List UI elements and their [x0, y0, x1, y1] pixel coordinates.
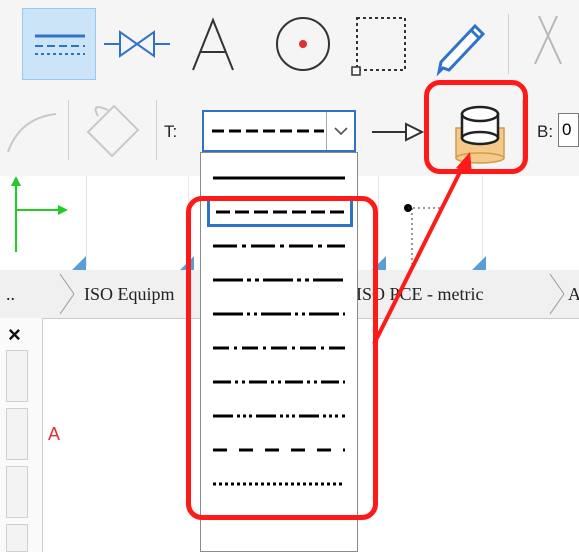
dotted-rect-icon	[351, 17, 406, 76]
preview-divider	[86, 176, 87, 266]
linetype-option-solid[interactable]	[207, 163, 353, 193]
combo-dropdown-button[interactable]	[326, 112, 354, 150]
arrow-connector-icon	[372, 122, 425, 142]
tab-separator	[549, 273, 565, 315]
linetype-label: T:	[164, 122, 178, 141]
valve-button[interactable]	[100, 8, 174, 80]
line-style-icon	[35, 34, 85, 55]
scissors-button[interactable]	[514, 8, 579, 80]
tab-prev[interactable]: ..	[6, 270, 15, 318]
panel-slot[interactable]	[6, 408, 28, 460]
valve-icon	[104, 30, 170, 58]
panel-close-icon[interactable]: ×	[8, 322, 21, 348]
line-style-button[interactable]	[22, 8, 96, 80]
tab-next[interactable]: A	[568, 270, 579, 318]
annotation-box-linetypes	[186, 196, 378, 520]
b-field-label: B:	[537, 122, 554, 141]
arc-icon	[7, 113, 57, 153]
preview-divider	[482, 176, 483, 266]
panel-slot[interactable]	[6, 466, 28, 518]
chevron-down-icon	[333, 127, 348, 136]
tab-separator	[59, 273, 75, 315]
paint-bucket-icon	[86, 104, 140, 158]
panel-slot[interactable]	[6, 524, 28, 552]
text-icon	[192, 17, 234, 71]
arc-button[interactable]	[0, 96, 64, 166]
linetype-preview	[213, 176, 345, 180]
pencil-button[interactable]	[424, 8, 498, 80]
tab-iso-equipment[interactable]: ISO Equipm	[84, 270, 175, 318]
toolbar-separator	[508, 14, 509, 74]
combo-selected-linetype	[212, 129, 324, 133]
canvas-marker-a: A	[48, 424, 61, 444]
linetype-combobox[interactable]	[202, 110, 356, 152]
fill-button[interactable]	[78, 96, 148, 166]
circle-point-button[interactable]	[266, 8, 340, 80]
annotation-arrow	[372, 152, 472, 345]
circle-point-icon	[276, 17, 330, 71]
pencil-icon	[436, 23, 486, 76]
origin-axes-icon	[11, 176, 68, 252]
panel-slot[interactable]	[6, 350, 28, 402]
toolbar2-separator-1	[68, 100, 69, 160]
scissors-icon	[533, 15, 562, 65]
toolbar2-separator-2	[156, 100, 157, 160]
b-value-field[interactable]: 0	[558, 113, 579, 147]
text-button[interactable]	[176, 8, 250, 80]
arrow-connector-button[interactable]	[370, 112, 428, 152]
selection-rect-button[interactable]	[342, 8, 416, 80]
